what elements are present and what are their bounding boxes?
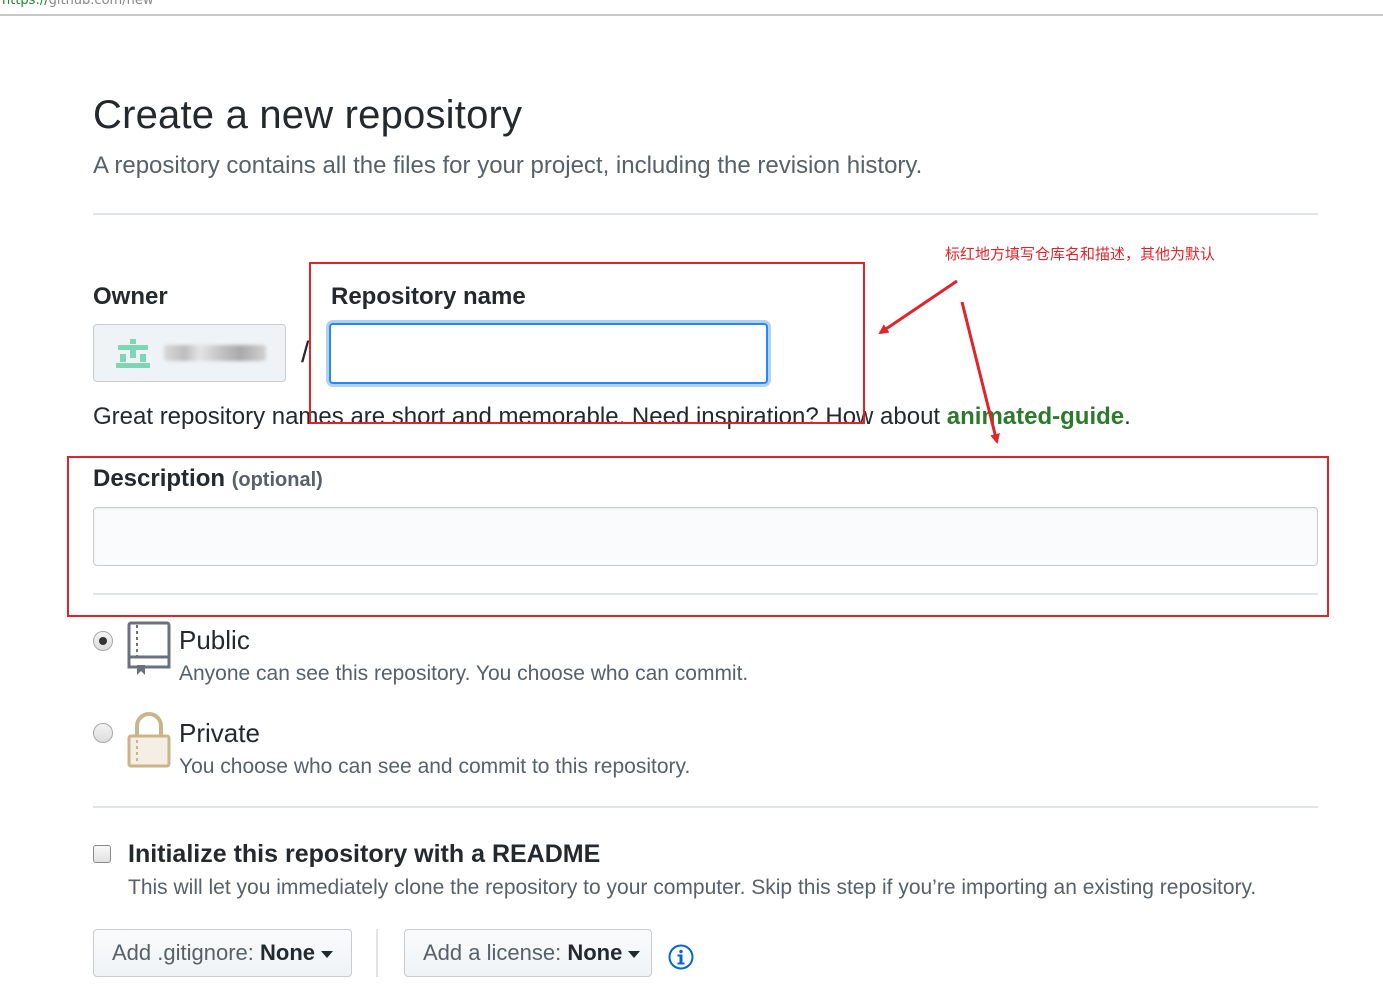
license-select[interactable]: Add a license: None (404, 929, 652, 977)
init-readme-checkbox[interactable] (93, 845, 111, 863)
lock-icon (127, 712, 171, 768)
private-title: Private (179, 718, 260, 748)
chevron-down-icon (321, 950, 333, 958)
repo-name-label: Repository name (331, 283, 526, 310)
header-divider (93, 213, 1318, 215)
owner-name-redacted (164, 345, 266, 361)
optional-tag: (optional) (231, 469, 323, 491)
owner-repo-separator: / (301, 336, 310, 369)
arrow-to-repo-name (878, 279, 958, 335)
init-readme-title: Initialize this repository with a README (128, 840, 601, 868)
select-separator (376, 929, 378, 977)
visibility-divider (93, 806, 1318, 808)
description-divider (93, 593, 1318, 595)
gitignore-select[interactable]: Add .gitignore: None (93, 929, 352, 977)
description-input[interactable] (93, 507, 1318, 566)
public-description: Anyone can see this repository. You choo… (179, 662, 749, 685)
description-label: Description (optional) (93, 465, 323, 492)
repo-book-icon (127, 621, 171, 675)
private-radio[interactable] (93, 723, 113, 743)
public-radio[interactable] (93, 631, 113, 651)
private-description: You choose who can see and commit to thi… (179, 755, 691, 778)
owner-select[interactable] (93, 324, 286, 382)
page-subtitle: A repository contains all the files for … (93, 152, 923, 179)
owner-avatar (116, 339, 150, 368)
browser-url-bar[interactable]: https://github.com/new (0, 0, 1383, 16)
chevron-down-icon (628, 950, 641, 958)
info-icon[interactable] (668, 944, 694, 970)
repo-name-input[interactable] (329, 323, 768, 384)
suggested-name-link[interactable]: animated-guide (947, 403, 1124, 430)
page-title: Create a new repository (93, 93, 523, 137)
owner-label: Owner (93, 283, 168, 310)
public-title: Public (179, 625, 250, 655)
annotation-text: 标红地方填写仓库名和描述，其他为默认 (945, 245, 1216, 263)
url-text: https://github.com/new (2, 0, 154, 8)
repo-name-hint: Great repository names are short and mem… (93, 403, 1131, 430)
init-readme-description: This will let you immediately clone the … (128, 876, 1257, 899)
